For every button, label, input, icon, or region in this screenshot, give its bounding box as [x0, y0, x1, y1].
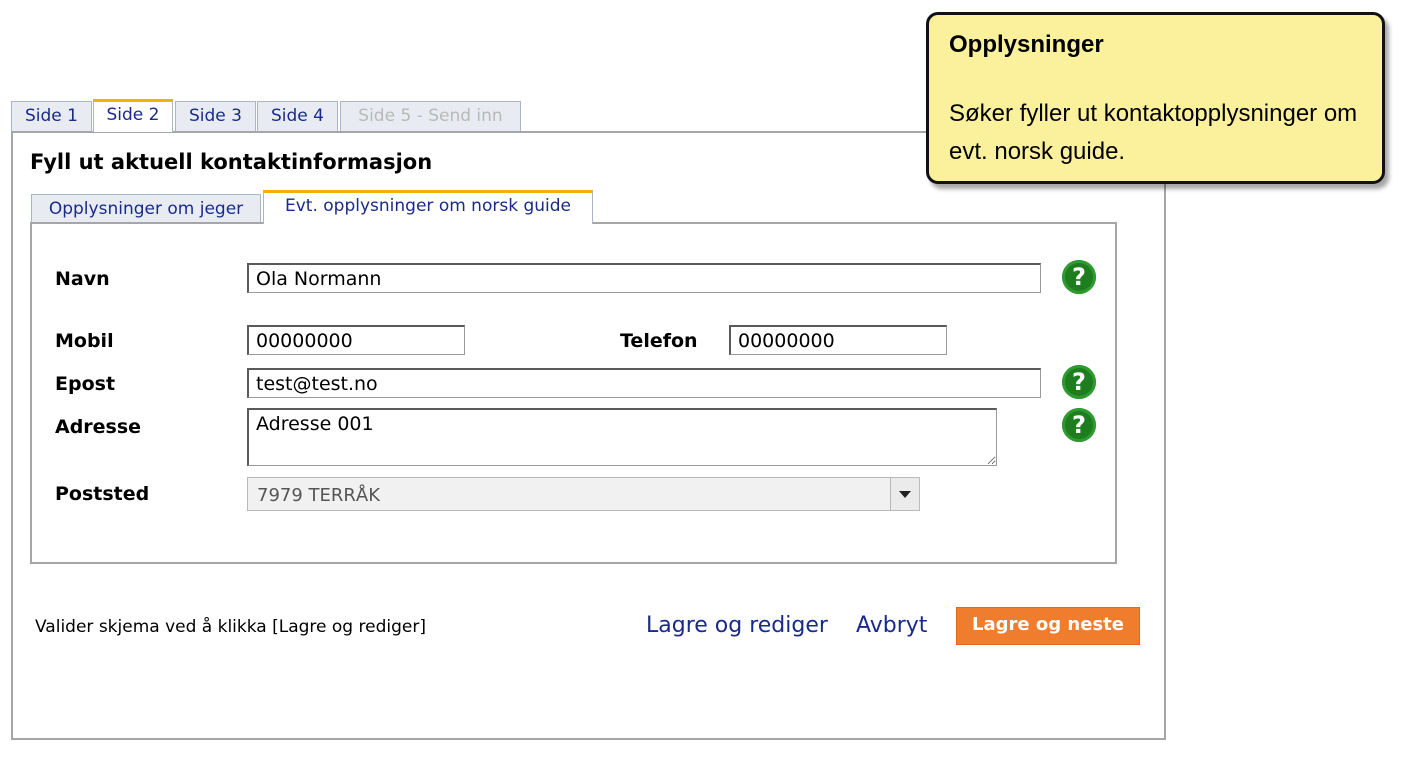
- poststed-select[interactable]: 7979 TERRÅK: [247, 477, 920, 511]
- poststed-label: Poststed: [55, 483, 150, 505]
- navn-input[interactable]: [247, 263, 1041, 293]
- epost-label: Epost: [55, 373, 116, 395]
- tab-side-2[interactable]: Side 2: [93, 99, 173, 132]
- telefon-label: Telefon: [620, 330, 698, 352]
- epost-input[interactable]: [247, 368, 1041, 398]
- mobil-label: Mobil: [55, 330, 114, 352]
- tab-side-4[interactable]: Side 4: [257, 101, 338, 132]
- tab-side-1[interactable]: Side 1: [11, 101, 92, 132]
- subtab-opplysninger-om-jeger[interactable]: Opplysninger om jeger: [31, 194, 261, 224]
- validation-note: Valider skjema ved å klikka [Lagre og re…: [35, 617, 426, 637]
- save-edit-link[interactable]: Lagre og rediger: [646, 613, 828, 638]
- subtab-norsk-guide[interactable]: Evt. opplysninger om norsk guide: [263, 190, 593, 224]
- chevron-down-icon[interactable]: [890, 478, 919, 510]
- info-callout: Opplysninger Søker fyller ut kontaktoppl…: [926, 12, 1385, 184]
- callout-text: Søker fyller ut kontaktopplysninger om e…: [949, 100, 1358, 165]
- help-navn-icon[interactable]: ?: [1062, 260, 1096, 294]
- poststed-value: 7979 TERRÅK: [257, 485, 381, 506]
- adresse-textarea[interactable]: Adresse 001: [247, 408, 997, 466]
- telefon-input[interactable]: [729, 325, 947, 355]
- page-title: Fyll ut aktuell kontaktinformasjon: [30, 150, 433, 174]
- help-adresse-icon[interactable]: ?: [1062, 408, 1096, 442]
- mobil-input[interactable]: [247, 325, 465, 355]
- callout-title: Opplysninger: [949, 31, 1104, 58]
- adresse-label: Adresse: [55, 416, 142, 438]
- tab-side-5-send-inn: Side 5 - Send inn: [340, 101, 521, 132]
- navn-label: Navn: [55, 268, 110, 290]
- help-epost-icon[interactable]: ?: [1062, 365, 1096, 399]
- save-next-button[interactable]: Lagre og neste: [956, 607, 1140, 645]
- tab-side-3[interactable]: Side 3: [175, 101, 256, 132]
- cancel-link[interactable]: Avbryt: [856, 613, 927, 638]
